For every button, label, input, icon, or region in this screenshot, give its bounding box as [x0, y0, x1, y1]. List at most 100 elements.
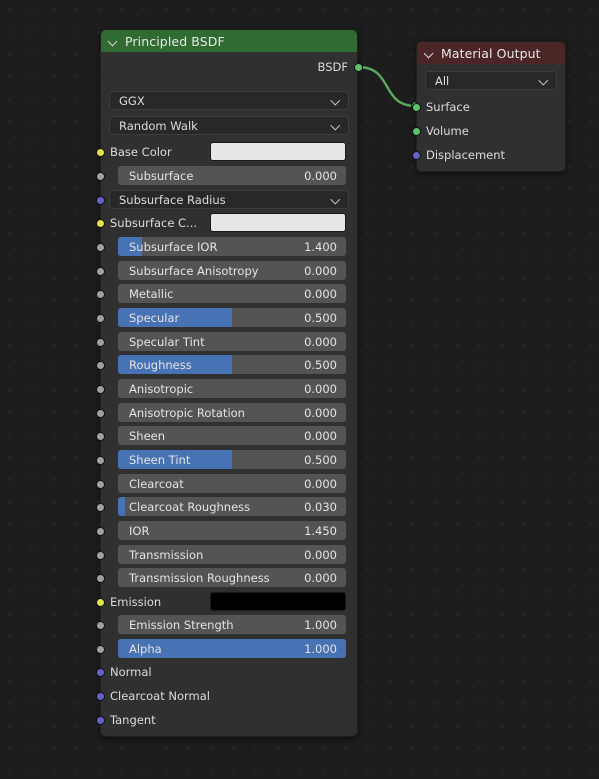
slider-sheen[interactable]: Sheen 0.000	[118, 426, 346, 445]
chevron-down-icon[interactable]	[332, 122, 340, 130]
slider-subsurface-ior-label: Subsurface IOR	[129, 239, 218, 254]
dropdown-target[interactable]: All	[425, 71, 557, 90]
input-socket-sheen-tint[interactable]	[95, 455, 105, 465]
slider-specular-tint-label: Specular Tint	[129, 334, 205, 349]
color-swatch-subsurface-c[interactable]	[210, 213, 346, 232]
input-socket-metallic[interactable]	[95, 289, 105, 299]
input-socket-subsurface-ior[interactable]	[95, 242, 105, 252]
input-socket-clearcoat[interactable]	[95, 479, 105, 489]
slider-emission-strength-label: Emission Strength	[129, 617, 234, 632]
input-socket-subsurface-radius[interactable]	[95, 195, 105, 205]
slider-specular[interactable]: Specular 0.500	[118, 308, 346, 327]
input-socket-subsurface[interactable]	[95, 171, 105, 181]
input-socket-surface[interactable]	[411, 102, 421, 112]
color-swatch-base-color[interactable]	[210, 142, 346, 161]
input-socket-displacement[interactable]	[411, 150, 421, 160]
slider-sheen-tint[interactable]: Sheen Tint 0.500	[118, 450, 346, 469]
input-socket-transmission-roughness[interactable]	[95, 573, 105, 583]
input-socket-roughness[interactable]	[95, 360, 105, 370]
chevron-down-icon[interactable]	[425, 49, 434, 58]
input-label-base-color: Base Color	[110, 145, 172, 159]
input-socket-volume[interactable]	[411, 126, 421, 136]
dropdown-subsurface-radius[interactable]: Subsurface Radius	[109, 190, 349, 209]
input-socket-anisotropic-rotation[interactable]	[95, 408, 105, 418]
chevron-down-icon[interactable]	[332, 196, 340, 204]
slider-anisotropic[interactable]: Anisotropic 0.000	[118, 379, 346, 398]
chevron-down-icon[interactable]	[540, 77, 548, 85]
slider-metallic-value: 0.000	[304, 286, 337, 301]
node-principled-bsdf[interactable]: Principled BSDF BSDF GGX Random Walk Base C…	[95, 29, 363, 737]
output-socket-bsdf[interactable]	[353, 62, 363, 72]
slider-metallic-label: Metallic	[129, 286, 174, 301]
slider-specular-label: Specular	[129, 310, 180, 325]
slider-subsurface-anisotropy[interactable]: Subsurface Anisotropy 0.000	[118, 261, 346, 280]
slider-clearcoat-roughness-value: 0.030	[304, 499, 337, 514]
input-label-normal: Normal	[110, 665, 152, 679]
slider-specular-tint-value: 0.000	[304, 334, 337, 349]
color-swatch-emission[interactable]	[210, 592, 346, 611]
slider-subsurface[interactable]: Subsurface 0.000	[118, 166, 346, 185]
input-socket-emission[interactable]	[95, 597, 105, 607]
node-principled-bsdf-title: Principled BSDF	[125, 33, 225, 49]
input-socket-specular-tint[interactable]	[95, 337, 105, 347]
input-label-clearcoat-normal: Clearcoat Normal	[110, 689, 211, 703]
node-principled-bsdf-header[interactable]: Principled BSDF	[100, 29, 358, 52]
slider-roughness-label: Roughness	[129, 357, 192, 372]
input-socket-sheen[interactable]	[95, 431, 105, 441]
node-material-output[interactable]: Material Output All Surface Volume Displace…	[411, 41, 566, 172]
node-material-output-title: Material Output	[441, 45, 541, 61]
slider-transmission-roughness[interactable]: Transmission Roughness 0.000	[118, 568, 346, 587]
slider-anisotropic-label: Anisotropic	[129, 381, 194, 396]
input-socket-normal[interactable]	[95, 667, 105, 677]
input-socket-emission-strength[interactable]	[95, 620, 105, 630]
dropdown-subsurface-method[interactable]: Random Walk	[109, 116, 349, 135]
slider-transmission[interactable]: Transmission 0.000	[118, 545, 346, 564]
slider-subsurface-ior[interactable]: Subsurface IOR 1.400	[118, 237, 346, 256]
input-socket-specular[interactable]	[95, 313, 105, 323]
slider-emission-strength[interactable]: Emission Strength 1.000	[118, 615, 346, 634]
dropdown-subsurface-method-value: Random Walk	[119, 118, 198, 133]
slider-alpha[interactable]: Alpha 1.000	[118, 639, 346, 658]
input-socket-clearcoat-normal[interactable]	[95, 691, 105, 701]
input-socket-clearcoat-roughness[interactable]	[95, 502, 105, 512]
chevron-down-icon[interactable]	[332, 97, 340, 105]
slider-transmission-roughness-value: 0.000	[304, 570, 337, 585]
input-socket-ior[interactable]	[95, 526, 105, 536]
slider-clearcoat-roughness-fill	[118, 497, 125, 516]
dropdown-distribution[interactable]: GGX	[109, 91, 349, 110]
slider-sheen-label: Sheen	[129, 428, 166, 443]
input-socket-alpha[interactable]	[95, 644, 105, 654]
input-label-subsurface-c: Subsurface C...	[110, 216, 198, 230]
input-label-emission: Emission	[110, 595, 162, 609]
slider-clearcoat-label: Clearcoat	[129, 476, 184, 491]
slider-clearcoat[interactable]: Clearcoat 0.000	[118, 474, 346, 493]
input-socket-subsurface-anisotropy[interactable]	[95, 266, 105, 276]
node-material-output-header[interactable]: Material Output	[416, 41, 566, 64]
input-socket-base-color[interactable]	[95, 147, 105, 157]
node-editor-canvas[interactable]: Principled BSDF BSDF GGX Random Walk Base C…	[0, 0, 599, 779]
link-bsdf-to-surface	[356, 65, 418, 108]
slider-sheen-tint-label: Sheen Tint	[129, 452, 191, 467]
slider-emission-strength-value: 1.000	[304, 617, 337, 632]
slider-anisotropic-rotation[interactable]: Anisotropic Rotation 0.000	[118, 403, 346, 422]
slider-subsurface-ior-value: 1.400	[304, 239, 337, 254]
slider-ior[interactable]: IOR 1.450	[118, 521, 346, 540]
dropdown-distribution-value: GGX	[119, 93, 145, 108]
input-label-tangent: Tangent	[110, 713, 156, 727]
slider-sheen-value: 0.000	[304, 428, 337, 443]
slider-transmission-label: Transmission	[129, 547, 204, 562]
input-socket-anisotropic[interactable]	[95, 384, 105, 394]
input-socket-tangent[interactable]	[95, 715, 105, 725]
input-socket-transmission[interactable]	[95, 550, 105, 560]
slider-roughness[interactable]: Roughness 0.500	[118, 355, 346, 374]
slider-anisotropic-rotation-value: 0.000	[304, 405, 337, 420]
chevron-down-icon[interactable]	[109, 37, 118, 46]
slider-clearcoat-roughness[interactable]: Clearcoat Roughness 0.030	[118, 497, 346, 516]
slider-ior-label: IOR	[129, 523, 150, 538]
slider-specular-value: 0.500	[304, 310, 337, 325]
slider-metallic[interactable]: Metallic 0.000	[118, 284, 346, 303]
dropdown-target-value: All	[435, 73, 450, 88]
slider-specular-tint[interactable]: Specular Tint 0.000	[118, 332, 346, 351]
slider-subsurface-label: Subsurface	[129, 168, 194, 183]
input-socket-subsurface-c[interactable]	[95, 218, 105, 228]
